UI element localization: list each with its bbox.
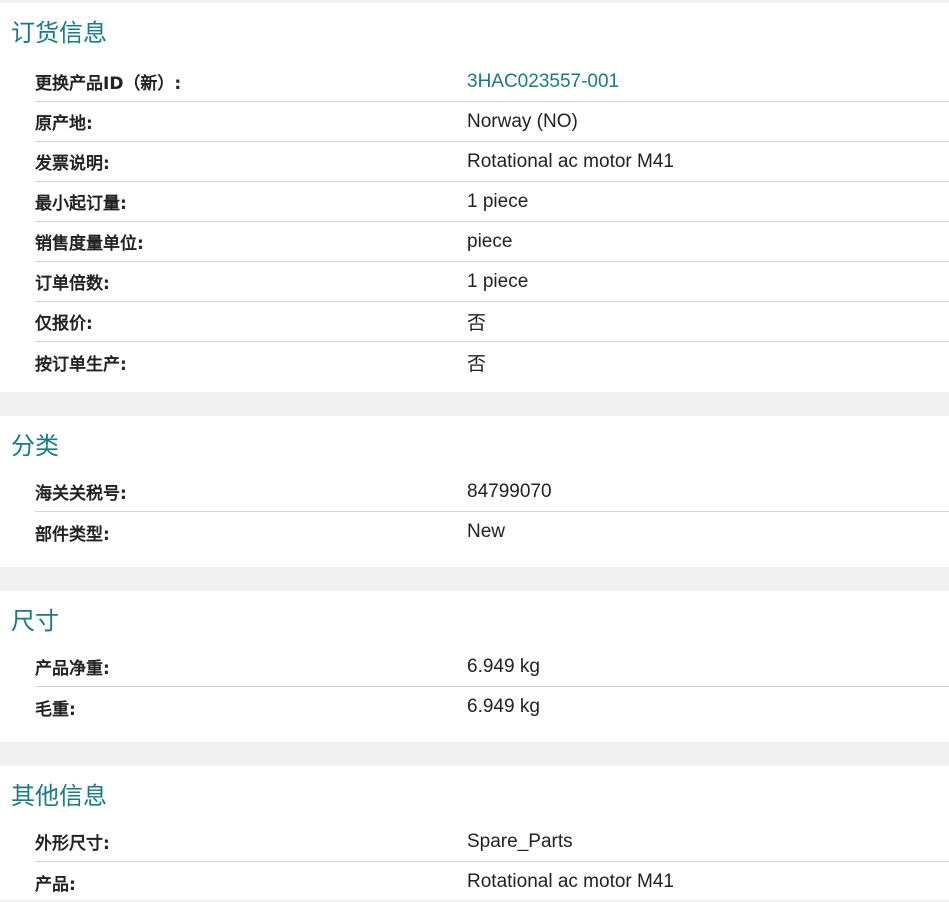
field-label: 原产地: xyxy=(35,114,93,134)
field-value: 否 xyxy=(467,313,487,334)
replacement-product-id-link[interactable]: 3HAC023557-001 xyxy=(467,71,619,93)
row-country-of-origin: 原产地: Norway (NO) xyxy=(35,102,949,142)
field-value: Rotational ac motor M41 xyxy=(467,150,674,172)
row-part-type: 部件类型: New xyxy=(35,512,949,552)
field-label: 部件类型: xyxy=(35,524,110,545)
row-customs-tariff-number: 海关关税号: 84799070 xyxy=(35,472,949,512)
section-title-dimensions: 尺寸 xyxy=(11,607,59,635)
row-sales-unit-of-measure: 销售度量单位: piece xyxy=(35,222,949,262)
field-label: 销售度量单位: xyxy=(35,234,144,254)
product-details-page: 订货信息 更换产品ID（新）: 3HAC023557-001 原产地: Norw… xyxy=(0,0,949,901)
field-value: 1 piece xyxy=(467,190,529,212)
classification-list: 海关关税号: 84799070 部件类型: New xyxy=(0,472,949,552)
field-label: 订单倍数: xyxy=(35,274,110,294)
field-label: 海关关税号: xyxy=(35,484,127,504)
field-value: Rotational ac motor M41 xyxy=(467,871,674,892)
section-other-info: 其他信息 外形尺寸: Spare_Parts 产品: Rotational ac… xyxy=(0,766,949,900)
field-value: New xyxy=(467,521,506,542)
field-value: 否 xyxy=(467,353,487,375)
row-outline-dimensions: 外形尺寸: Spare_Parts xyxy=(35,822,949,862)
section-classification: 分类 海关关税号: 84799070 部件类型: New xyxy=(0,416,949,567)
dimensions-list: 产品净重: 6.949 kg 毛重: 6.949 kg xyxy=(0,647,949,727)
field-value: 1 piece xyxy=(467,270,529,292)
row-replacement-product-id: 更换产品ID（新）: 3HAC023557-001 xyxy=(35,62,949,102)
row-order-multiple: 订单倍数: 1 piece xyxy=(35,262,949,302)
row-invoice-description: 发票说明: Rotational ac motor M41 xyxy=(35,142,949,182)
field-value: 84799070 xyxy=(467,480,552,502)
other-info-list: 外形尺寸: Spare_Parts 产品: Rotational ac moto… xyxy=(0,822,949,902)
field-value: piece xyxy=(467,230,513,252)
section-title-other-info: 其他信息 xyxy=(11,782,107,810)
field-value: Norway (NO) xyxy=(467,110,578,132)
section-title-ordering-info: 订货信息 xyxy=(11,19,107,47)
section-ordering-info: 订货信息 更换产品ID（新）: 3HAC023557-001 原产地: Norw… xyxy=(0,3,949,392)
field-label: 发票说明: xyxy=(35,154,110,174)
section-title-classification: 分类 xyxy=(11,432,59,460)
section-dimensions: 尺寸 产品净重: 6.949 kg 毛重: 6.949 kg xyxy=(0,591,949,742)
field-value: Spare_Parts xyxy=(467,830,573,852)
field-label: 最小起订量: xyxy=(35,194,127,214)
field-label: 产品净重: xyxy=(35,659,110,679)
field-value: 6.949 kg xyxy=(467,655,540,677)
row-product: 产品: Rotational ac motor M41 xyxy=(35,862,949,902)
row-gross-weight: 毛重: 6.949 kg xyxy=(35,687,949,727)
row-made-to-order: 按订单生产: 否 xyxy=(35,342,949,382)
row-net-weight: 产品净重: 6.949 kg xyxy=(35,647,949,687)
field-label: 产品: xyxy=(35,874,76,895)
field-label: 更换产品ID（新）: xyxy=(35,74,182,94)
row-minimum-order-quantity: 最小起订量: 1 piece xyxy=(35,182,949,222)
field-label: 按订单生产: xyxy=(35,354,127,375)
field-value: 6.949 kg xyxy=(467,696,540,717)
ordering-info-list: 更换产品ID（新）: 3HAC023557-001 原产地: Norway (N… xyxy=(0,62,949,382)
field-label: 仅报价: xyxy=(35,314,93,334)
field-label: 外形尺寸: xyxy=(35,834,110,854)
field-label: 毛重: xyxy=(35,699,76,720)
row-quote-only: 仅报价: 否 xyxy=(35,302,949,342)
